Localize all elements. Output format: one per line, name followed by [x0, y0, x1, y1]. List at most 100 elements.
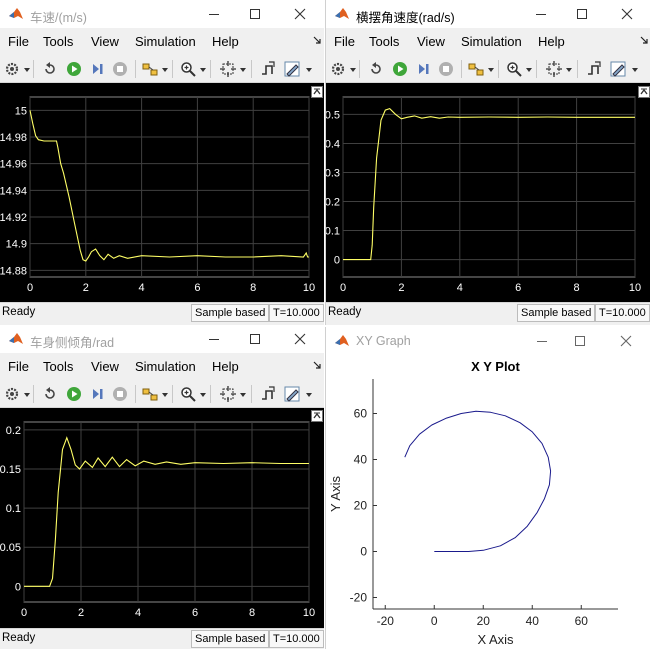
x-tick-label: 8 — [250, 282, 256, 294]
title-bar[interactable]: XY Graph — [326, 327, 650, 355]
settings-dropdown-icon[interactable] — [350, 68, 356, 72]
settings-gear-icon[interactable] — [4, 61, 20, 77]
menu-simulation[interactable]: Simulation — [461, 34, 522, 49]
style-dropdown-icon[interactable] — [632, 68, 638, 72]
run-icon[interactable] — [66, 386, 82, 402]
title-bar[interactable]: 横摆角速度(rad/s) — [326, 0, 650, 28]
maximize-icon[interactable] — [247, 331, 263, 347]
settings-gear-icon[interactable] — [330, 61, 346, 77]
run-icon[interactable] — [66, 61, 82, 77]
menu-simulation[interactable]: Simulation — [135, 359, 196, 374]
dock-arrow-icon[interactable] — [312, 35, 322, 47]
fit-dropdown-icon[interactable] — [240, 68, 246, 72]
scope-plot[interactable]: 0 2 4 6 8 10 0.5 0.4 0.3 0.2 0.1 0 — [326, 83, 650, 305]
restore-icon[interactable] — [42, 61, 58, 77]
dock-arrow-icon[interactable] — [312, 360, 322, 372]
style-icon[interactable] — [610, 61, 626, 77]
x-axis-label: X Axis — [477, 632, 514, 647]
menu-help[interactable]: Help — [212, 34, 239, 49]
highlight-icon[interactable] — [468, 61, 484, 77]
zoom-dropdown-icon[interactable] — [526, 68, 532, 72]
toolbar-separator — [251, 60, 252, 78]
step-forward-icon[interactable] — [416, 61, 432, 77]
minimize-icon[interactable] — [534, 333, 550, 349]
triggers-icon[interactable] — [260, 386, 276, 402]
menu-view[interactable]: View — [91, 34, 119, 49]
expand-toolstrip-icon[interactable] — [311, 410, 323, 422]
menu-tools[interactable]: Tools — [369, 34, 399, 49]
highlight-dropdown-icon[interactable] — [488, 68, 494, 72]
zoom-icon[interactable] — [506, 61, 522, 77]
menu-tools[interactable]: Tools — [43, 359, 73, 374]
y-tick-label: 0.1 — [6, 503, 21, 515]
close-icon[interactable] — [292, 331, 308, 347]
minimize-icon[interactable] — [533, 6, 549, 22]
menu-file[interactable]: File — [8, 359, 29, 374]
style-icon[interactable] — [284, 61, 300, 77]
scope-plot[interactable]: 0 2 4 6 8 10 0.2 0.15 0.1 0.05 0 — [0, 408, 324, 630]
toolbar-separator — [536, 60, 537, 78]
menu-tools[interactable]: Tools — [43, 34, 73, 49]
sample-based-indicator: Sample based — [517, 304, 596, 322]
stop-icon[interactable] — [112, 386, 128, 402]
stop-icon[interactable] — [112, 61, 128, 77]
menu-help[interactable]: Help — [538, 34, 565, 49]
highlight-dropdown-icon[interactable] — [162, 68, 168, 72]
zoom-dropdown-icon[interactable] — [200, 393, 206, 397]
title-bar[interactable]: 车身侧倾角/rad — [0, 325, 324, 353]
restore-icon[interactable] — [42, 386, 58, 402]
triggers-icon[interactable] — [260, 61, 276, 77]
menu-bar: File Tools View Simulation Help — [326, 30, 650, 54]
fit-icon[interactable] — [220, 386, 236, 402]
toolbar-separator — [461, 60, 462, 78]
highlight-dropdown-icon[interactable] — [162, 393, 168, 397]
dock-arrow-icon[interactable] — [639, 35, 649, 47]
fit-icon[interactable] — [220, 61, 236, 77]
style-dropdown-icon[interactable] — [306, 393, 312, 397]
x-tick-label: 0 — [431, 614, 438, 628]
triggers-icon[interactable] — [586, 61, 602, 77]
highlight-icon[interactable] — [142, 61, 158, 77]
maximize-icon[interactable] — [247, 6, 263, 22]
settings-dropdown-icon[interactable] — [24, 68, 30, 72]
toolbar — [0, 56, 324, 83]
zoom-icon[interactable] — [180, 386, 196, 402]
y-tick-label: -20 — [350, 591, 368, 605]
fit-dropdown-icon[interactable] — [240, 393, 246, 397]
title-bar[interactable]: 车速/(m/s) — [0, 0, 324, 28]
step-forward-icon[interactable] — [90, 61, 106, 77]
menu-view[interactable]: View — [91, 359, 119, 374]
settings-dropdown-icon[interactable] — [24, 393, 30, 397]
close-icon[interactable] — [292, 6, 308, 22]
stop-icon[interactable] — [438, 61, 454, 77]
close-icon[interactable] — [619, 6, 635, 22]
settings-gear-icon[interactable] — [4, 386, 20, 402]
minimize-icon[interactable] — [206, 331, 222, 347]
matlab-logo-icon — [9, 333, 23, 344]
restore-icon[interactable] — [368, 61, 384, 77]
minimize-icon[interactable] — [206, 6, 222, 22]
highlight-icon[interactable] — [142, 386, 158, 402]
run-icon[interactable] — [392, 61, 408, 77]
menu-simulation[interactable]: Simulation — [135, 34, 196, 49]
fit-dropdown-icon[interactable] — [566, 68, 572, 72]
menu-file[interactable]: File — [334, 34, 355, 49]
menu-view[interactable]: View — [417, 34, 445, 49]
fit-icon[interactable] — [546, 61, 562, 77]
zoom-icon[interactable] — [180, 61, 196, 77]
menu-file[interactable]: File — [8, 34, 29, 49]
style-icon[interactable] — [284, 386, 300, 402]
xy-plot[interactable]: X Y Plot -20 0 20 40 60 -20 0 20 40 60 X Axis Y Axis — [326, 355, 650, 649]
maximize-icon[interactable] — [572, 333, 588, 349]
matlab-logo-icon — [335, 335, 349, 346]
toolbar-separator — [172, 60, 173, 78]
zoom-dropdown-icon[interactable] — [200, 68, 206, 72]
close-icon[interactable] — [618, 333, 634, 349]
style-dropdown-icon[interactable] — [306, 68, 312, 72]
menu-help[interactable]: Help — [212, 359, 239, 374]
expand-toolstrip-icon[interactable] — [638, 86, 650, 98]
maximize-icon[interactable] — [574, 6, 590, 22]
scope-plot[interactable]: 0 2 4 6 8 10 15 14.98 14.96 14.94 14.92 14.9 14.88 — [0, 83, 324, 305]
step-forward-icon[interactable] — [90, 386, 106, 402]
expand-toolstrip-icon[interactable] — [311, 86, 323, 98]
